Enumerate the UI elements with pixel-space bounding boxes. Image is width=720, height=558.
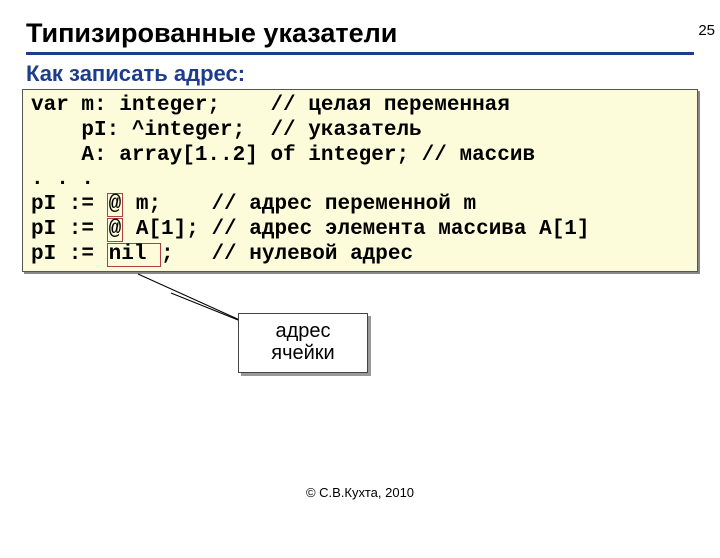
callout-container: адрес ячейки xyxy=(238,313,368,373)
code-line-2: pI: ^integer; // указатель xyxy=(31,119,422,142)
callout-line-2: ячейки xyxy=(271,342,334,364)
code-line-6a: pI := xyxy=(31,218,107,241)
copyright-footer: © С.В.Кухта, 2010 xyxy=(0,485,720,500)
code-line-3: A: array[1..2] of integer; // массив xyxy=(31,144,535,167)
callout-line-1: адрес xyxy=(275,320,330,342)
at-symbol-2: @ xyxy=(107,218,124,242)
code-line-1: var m: integer; // целая переменная xyxy=(31,94,510,117)
code-line-5c: m; // адрес переменной m xyxy=(123,193,476,216)
at-symbol-1: @ xyxy=(107,193,124,217)
page-number: 25 xyxy=(698,22,715,39)
callout-box: адрес ячейки xyxy=(238,313,368,373)
code-line-6c: A[1]; // адрес элемента массива A[1] xyxy=(123,218,589,241)
code-line-5a: pI := xyxy=(31,193,107,216)
code-line-7a: pI := xyxy=(31,243,107,266)
slide-title: Типизированные указатели xyxy=(26,18,720,49)
subtitle: Как записать адрес: xyxy=(26,61,720,87)
code-line-7c: ; // нулевой адрес xyxy=(161,243,413,266)
code-content: var m: integer; // целая переменная pI: … xyxy=(31,94,689,267)
code-line-4: . . . xyxy=(31,168,94,191)
code-block: var m: integer; // целая переменная pI: … xyxy=(22,89,698,272)
nil-keyword: nil xyxy=(107,243,161,267)
title-divider xyxy=(26,52,694,55)
